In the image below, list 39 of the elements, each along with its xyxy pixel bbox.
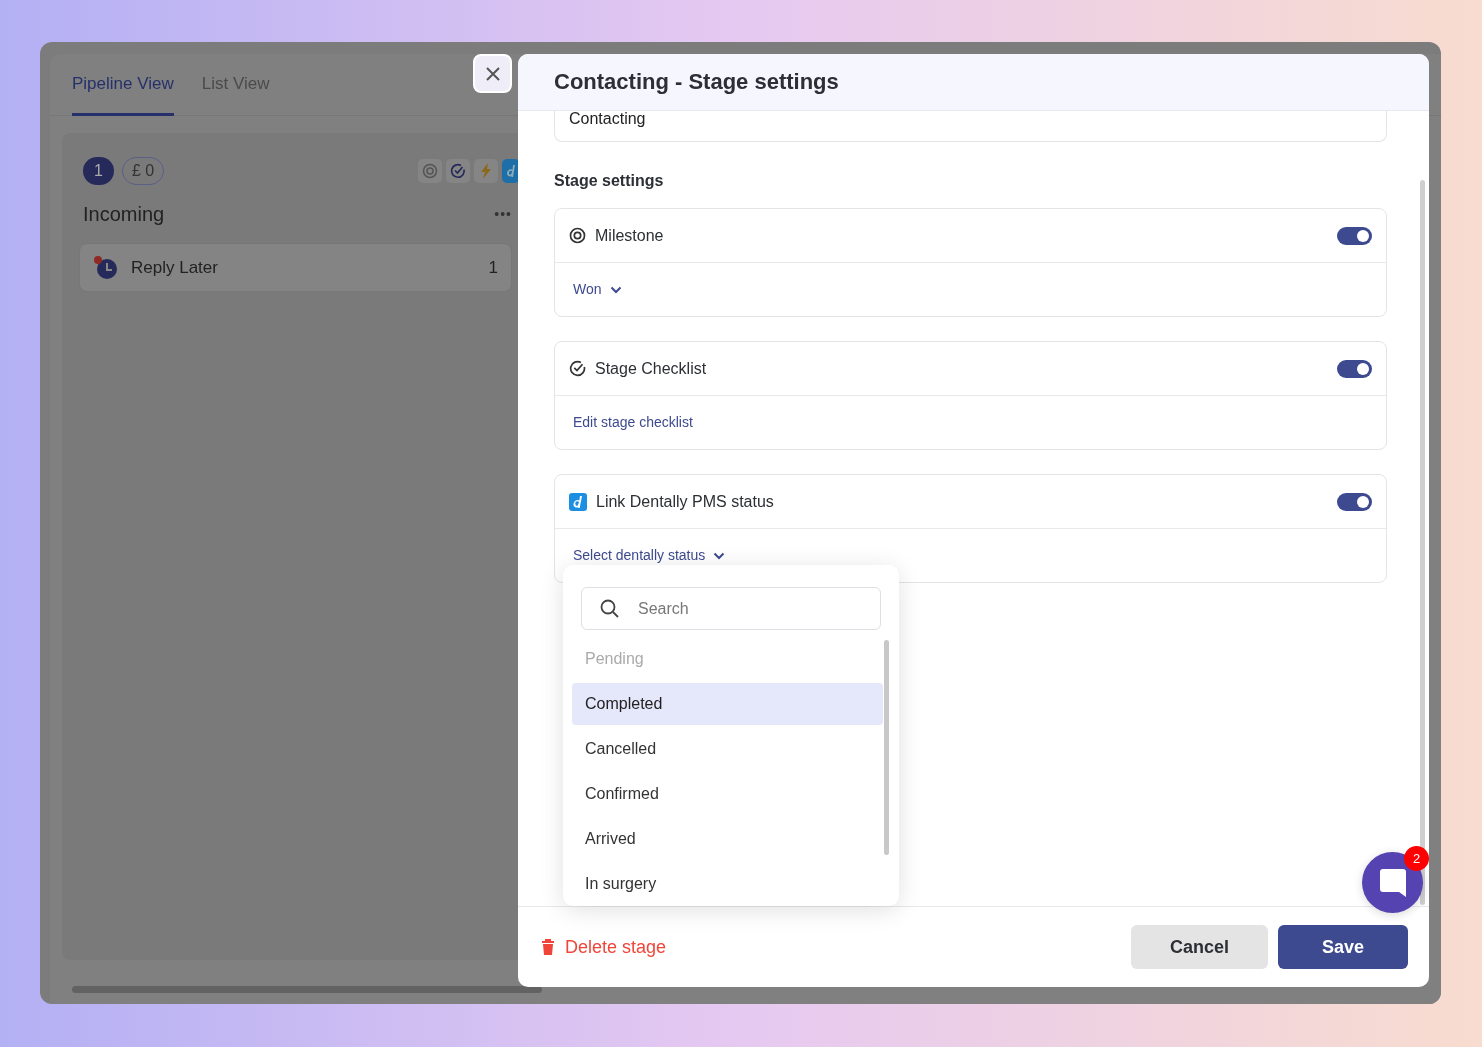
toggle-switch[interactable]	[1337, 359, 1372, 378]
close-icon	[484, 65, 501, 82]
chat-bubble-icon	[1378, 867, 1407, 898]
stage-name-field[interactable]: Contacting	[554, 111, 1387, 142]
scrollbar[interactable]	[72, 986, 542, 993]
dropdown-option[interactable]: Arrived	[572, 818, 883, 860]
dropdown-option[interactable]: Confirmed	[572, 773, 883, 815]
caret-icon	[609, 285, 622, 294]
panel-title: Contacting - Stage settings	[554, 68, 839, 96]
stage-card-label: Reply Later	[131, 256, 218, 279]
clock-icon	[93, 255, 119, 280]
scrollbar[interactable]	[884, 640, 889, 855]
d-logo-icon	[569, 492, 587, 511]
delete-button[interactable]: Delete stage	[541, 933, 667, 961]
close-button[interactable]	[473, 54, 512, 93]
edit-link[interactable]: Edit stage checklist	[573, 412, 693, 433]
column-title: Incoming	[83, 202, 165, 227]
caret-icon	[713, 551, 726, 560]
dropdown-button[interactable]: Won	[573, 279, 622, 300]
setting-label: Stage Checklist	[595, 358, 707, 379]
toggle-switch[interactable]	[1337, 226, 1372, 245]
search-field[interactable]: Search	[581, 587, 881, 630]
trash-icon	[541, 939, 555, 955]
setting-label: Milestone	[595, 225, 664, 246]
scrollbar[interactable]	[1420, 180, 1425, 905]
count-badge: 1	[83, 157, 114, 185]
dropdown-option[interactable]: Completed	[572, 683, 883, 725]
toggle-switch[interactable]	[1337, 492, 1372, 511]
dropdown-option[interactable]: Cancelled	[572, 728, 883, 770]
setting-label: Link Dentally PMS status	[596, 491, 774, 512]
dropdown-option[interactable]: In surgery	[572, 863, 883, 905]
check-circle-icon	[569, 360, 586, 377]
stage-card-count: 1	[488, 256, 498, 279]
save-button[interactable]: Save	[1278, 925, 1408, 969]
dropdown-button[interactable]: Select dentally status	[573, 545, 726, 566]
cancel-button[interactable]: Cancel	[1131, 925, 1268, 969]
stage-card[interactable]: Reply Later 1	[79, 243, 512, 292]
target-icon	[569, 227, 586, 244]
section-title: Stage settings	[554, 171, 665, 191]
